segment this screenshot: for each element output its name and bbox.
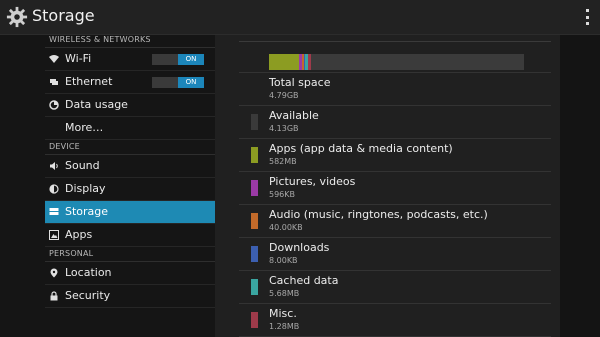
apps-icon: [49, 230, 59, 240]
sidebar-item-label: Data usage: [65, 98, 128, 111]
color-swatch: [251, 312, 258, 328]
sidebar-item-label: Display: [65, 182, 106, 195]
sidebar-item-label: Storage: [65, 205, 109, 218]
settings-sidebar: WIRELESS & NETWORKS Wi-Fi ON Ethernet ON…: [0, 35, 215, 337]
wifi-icon: [49, 55, 59, 63]
storage-row-size: 4.79GB: [269, 91, 299, 100]
color-swatch: [251, 147, 258, 163]
storage-row-label: Misc.: [269, 307, 297, 320]
sidebar-item-label: More…: [65, 121, 104, 134]
sidebar-item-more[interactable]: More…: [45, 117, 215, 140]
sidebar-item-data-usage[interactable]: Data usage: [45, 94, 215, 117]
color-swatch: [251, 180, 258, 196]
sidebar-item-label: Sound: [65, 159, 100, 172]
wifi-toggle[interactable]: ON: [152, 54, 204, 65]
color-swatch: [251, 279, 258, 295]
sidebar-item-ethernet[interactable]: Ethernet ON: [45, 71, 215, 94]
storage-row-size: 40.00KB: [269, 223, 303, 232]
divider: [239, 35, 551, 42]
sidebar-item-label: Security: [65, 289, 111, 302]
usage-bar-segment: [269, 54, 300, 70]
sidebar-item-display[interactable]: Display: [45, 178, 215, 201]
display-icon: [49, 184, 59, 194]
storage-row-label: Available: [269, 109, 319, 122]
sidebar-item-label: Location: [65, 266, 112, 279]
storage-icon: [49, 208, 59, 215]
sidebar-item-label: Wi-Fi: [65, 52, 92, 65]
color-swatch: [251, 213, 258, 229]
header-personal: PERSONAL: [45, 247, 215, 262]
sidebar-item-wifi[interactable]: Wi-Fi ON: [45, 48, 215, 71]
storage-row-size: 582MB: [269, 157, 297, 166]
storage-panel: Total space 4.79GB Available 4.13GB Apps (…: [215, 35, 560, 337]
sidebar-item-apps[interactable]: Apps: [45, 224, 215, 247]
action-bar: Storage: [0, 0, 600, 35]
storage-row-size: 5.68MB: [269, 289, 300, 298]
usage-bar-segment: [310, 54, 524, 70]
storage-row-downloads[interactable]: Downloads 8.00KB: [239, 238, 551, 271]
storage-row-pictures-videos[interactable]: Pictures, videos 596KB: [239, 172, 551, 205]
storage-row-label: Audio (music, ringtones, podcasts, etc.): [269, 208, 488, 221]
storage-row-label: Downloads: [269, 241, 330, 254]
header-device: DEVICE: [45, 140, 215, 155]
storage-row-label: Total space: [269, 76, 331, 89]
location-icon: [50, 268, 58, 278]
sidebar-item-label: Ethernet: [65, 75, 113, 88]
storage-usage-bar-row: [239, 42, 551, 73]
storage-usage-bar: [269, 54, 524, 70]
storage-row-misc[interactable]: Misc. 1.28MB: [239, 304, 551, 337]
sidebar-item-location[interactable]: Location: [45, 262, 215, 285]
storage-row-available[interactable]: Available 4.13GB: [239, 106, 551, 139]
overflow-menu-icon[interactable]: [584, 9, 590, 25]
storage-row-size: 8.00KB: [269, 256, 298, 265]
storage-row-cached-data[interactable]: Cached data 5.68MB: [239, 271, 551, 304]
lock-icon: [50, 291, 58, 301]
ethernet-icon: [50, 79, 58, 85]
toggle-state: ON: [178, 77, 204, 88]
header-wireless-networks: WIRELESS & NETWORKS: [45, 35, 215, 48]
storage-row-size: 4.13GB: [269, 124, 299, 133]
page-title: Storage: [32, 6, 95, 25]
storage-row-apps[interactable]: Apps (app data & media content) 582MB: [239, 139, 551, 172]
color-swatch: [251, 114, 258, 130]
storage-row-total[interactable]: Total space 4.79GB: [239, 73, 551, 106]
storage-row-size: 596KB: [269, 190, 296, 199]
sidebar-item-sound[interactable]: Sound: [45, 155, 215, 178]
storage-row-size: 1.28MB: [269, 322, 300, 331]
color-swatch: [251, 246, 258, 262]
sidebar-item-security[interactable]: Security: [45, 285, 215, 308]
toggle-state: ON: [178, 54, 204, 65]
data-usage-icon: [49, 100, 59, 110]
storage-row-label: Apps (app data & media content): [269, 142, 453, 155]
sidebar-item-storage[interactable]: Storage: [45, 201, 215, 224]
storage-row-label: Pictures, videos: [269, 175, 356, 188]
sidebar-item-label: Apps: [65, 228, 93, 241]
gear-icon[interactable]: [6, 6, 28, 28]
ethernet-toggle[interactable]: ON: [152, 77, 204, 88]
sound-icon: [50, 162, 58, 170]
storage-row-label: Cached data: [269, 274, 339, 287]
storage-row-audio[interactable]: Audio (music, ringtones, podcasts, etc.)…: [239, 205, 551, 238]
